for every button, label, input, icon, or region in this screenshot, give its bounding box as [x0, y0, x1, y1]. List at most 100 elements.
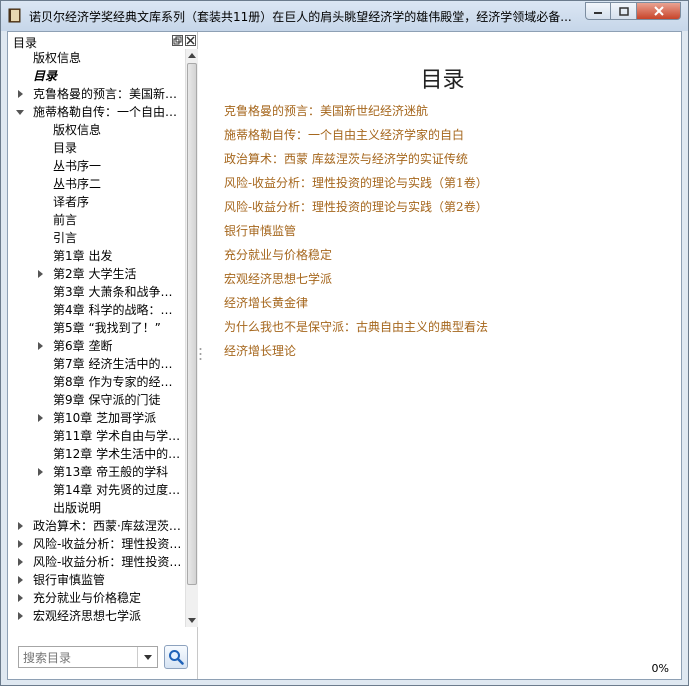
- toc-tree-item[interactable]: 第10章 芝加哥学派: [8, 409, 185, 427]
- toc-tree-item[interactable]: 译者序: [8, 193, 185, 211]
- maximize-icon: [618, 6, 629, 16]
- toc-tree-item[interactable]: 丛书序一: [8, 157, 185, 175]
- window-title: 诺贝尔经济学奖经典文库系列（套装共11册）在巨人的肩头眺望经济学的雄伟殿堂，经济…: [29, 10, 572, 24]
- toc-tree-item-label: 引言: [53, 231, 78, 245]
- toc-link[interactable]: 经济增长理论: [224, 342, 488, 366]
- toc-tree-item[interactable]: 宏观经济思想七学派: [8, 607, 185, 625]
- toc-tree-item-label: 银行审慎监管: [33, 573, 106, 587]
- toc-link[interactable]: 施蒂格勒自传：一个自由主义经济学家的自白: [224, 126, 488, 150]
- close-pane-button[interactable]: [185, 35, 196, 46]
- minimize-button[interactable]: [585, 2, 611, 20]
- collapsed-arrow-icon[interactable]: [18, 594, 23, 602]
- collapsed-arrow-icon[interactable]: [18, 558, 23, 566]
- collapsed-arrow-icon[interactable]: [18, 612, 23, 620]
- toc-tree-item-label: 版权信息: [53, 123, 102, 137]
- toc-link-list: 克鲁格曼的预言：美国新世纪经济迷航 施蒂格勒自传：一个自由主义经济学家的自白 政治算…: [224, 102, 488, 366]
- toc-tree-item[interactable]: 克鲁格曼的预言：美国新世纪经济迷航: [8, 85, 185, 103]
- close-icon: [653, 6, 664, 16]
- toc-tree-item[interactable]: 第6章 垄断: [8, 337, 185, 355]
- toc-tree-item-label: 第10章 芝加哥学派: [53, 411, 157, 425]
- scroll-up-icon[interactable]: [188, 53, 196, 58]
- toc-tree-item[interactable]: 风险-收益分析：理性投资的理论与实践（第2卷）: [8, 553, 185, 571]
- toc-link[interactable]: 政治算术：西蒙 库兹涅茨与经济学的实证传统: [224, 150, 488, 174]
- toc-tree-item[interactable]: 经济增长黄金律: [8, 625, 185, 627]
- collapsed-arrow-icon[interactable]: [38, 468, 43, 476]
- toc-tree-item-label: 目录: [53, 141, 78, 155]
- collapsed-arrow-icon[interactable]: [38, 414, 43, 422]
- sidebar-scrollbar[interactable]: [185, 49, 198, 627]
- collapsed-arrow-icon[interactable]: [18, 540, 23, 548]
- toc-tree-item-label: 风险-收益分析：理性投资的理论与实践（第2卷）: [33, 555, 183, 569]
- toc-tree-item-label: 第8章 作为专家的经济学家: [53, 375, 183, 389]
- toc-link[interactable]: 为什么我也不是保守派：古典自由主义的典型看法: [224, 318, 488, 342]
- toc-tree-item[interactable]: 出版说明: [8, 499, 185, 517]
- toc-tree-item-label: 第7章 经济生活中的管制: [53, 357, 183, 371]
- toc-tree-item[interactable]: 第14章 对先贤的过度崇拜: [8, 481, 185, 499]
- toc-tree-item[interactable]: 第9章 保守派的门徒: [8, 391, 185, 409]
- toc-tree-item-label: 第9章 保守派的门徒: [53, 393, 161, 407]
- toc-link[interactable]: 风险-收益分析：理性投资的理论与实践（第2卷）: [224, 198, 488, 222]
- toc-link[interactable]: 经济增长黄金律: [224, 294, 488, 318]
- scroll-down-icon[interactable]: [188, 618, 196, 623]
- maximize-button[interactable]: [611, 2, 637, 20]
- toc-tree-item[interactable]: 第12章 学术生活中的政治: [8, 445, 185, 463]
- toc-tree-item[interactable]: 第7章 经济生活中的管制: [8, 355, 185, 373]
- toc-tree-item[interactable]: 前言: [8, 211, 185, 229]
- toc-tree-item[interactable]: 丛书序二: [8, 175, 185, 193]
- toc-tree-item-label: 第11章 学术自由与学术生活: [53, 429, 183, 443]
- pane-splitter[interactable]: [199, 347, 202, 361]
- toc-link[interactable]: 充分就业与价格稳定: [224, 246, 488, 270]
- expanded-arrow-icon[interactable]: [16, 110, 24, 115]
- toc-tree-item[interactable]: 第2章 大学生活: [8, 265, 185, 283]
- toc-tree-item[interactable]: 版权信息: [8, 121, 185, 139]
- collapsed-arrow-icon[interactable]: [38, 270, 43, 278]
- toc-tree-item[interactable]: 第5章 “我找到了！”: [8, 319, 185, 337]
- client-area: 目录 版权信息目录克鲁格曼的预言：美国新世纪经济迷航施蒂格勒自传：一个自由主义经…: [7, 31, 682, 680]
- toc-tree-item[interactable]: 引言: [8, 229, 185, 247]
- collapsed-arrow-icon[interactable]: [18, 90, 23, 98]
- toc-tree-item[interactable]: 第4章 科学的战略：经济学: [8, 301, 185, 319]
- toc-tree-item[interactable]: 版权信息: [8, 49, 185, 67]
- toc-sidebar: 目录 版权信息目录克鲁格曼的预言：美国新世纪经济迷航施蒂格勒自传：一个自由主义经…: [8, 32, 198, 679]
- toc-tree-item[interactable]: 第3章 大萧条和战争年代: [8, 283, 185, 301]
- toc-link[interactable]: 克鲁格曼的预言：美国新世纪经济迷航: [224, 102, 488, 126]
- search-button[interactable]: [164, 645, 188, 669]
- toc-tree-item[interactable]: 第11章 学术自由与学术生活: [8, 427, 185, 445]
- toc-tree: 版权信息目录克鲁格曼的预言：美国新世纪经济迷航施蒂格勒自传：一个自由主义经济学家…: [8, 49, 185, 627]
- toc-tree-item[interactable]: 第1章 出发: [8, 247, 185, 265]
- toc-tree-item[interactable]: 充分就业与价格稳定: [8, 589, 185, 607]
- scrollbar-thumb[interactable]: [187, 63, 197, 585]
- toc-tree-item-label: 第13章 帝王般的学科: [53, 465, 169, 479]
- content-pane: 目录 克鲁格曼的预言：美国新世纪经济迷航 施蒂格勒自传：一个自由主义经济学家的自白…: [204, 32, 681, 679]
- toc-tree-item[interactable]: 目录: [8, 67, 185, 85]
- collapsed-arrow-icon[interactable]: [18, 522, 23, 530]
- toc-tree-item[interactable]: 目录: [8, 139, 185, 157]
- search-dropdown-button[interactable]: [137, 647, 157, 667]
- close-button[interactable]: [637, 2, 681, 20]
- toc-tree-item[interactable]: 第8章 作为专家的经济学家: [8, 373, 185, 391]
- toc-link[interactable]: 风险-收益分析：理性投资的理论与实践（第1卷）: [224, 174, 488, 198]
- toc-tree-item-label: 第12章 学术生活中的政治: [53, 447, 183, 461]
- book-app-icon: [8, 8, 21, 23]
- toc-tree-item-label: 丛书序一: [53, 159, 102, 173]
- collapsed-arrow-icon[interactable]: [38, 342, 43, 350]
- toc-tree-item-label: 政治算术：西蒙·库兹涅茨与经济学的实证传统: [33, 519, 183, 533]
- toc-link[interactable]: 宏观经济思想七学派: [224, 270, 488, 294]
- toc-tree-item[interactable]: 第13章 帝王般的学科: [8, 463, 185, 481]
- toc-tree-item-label: 丛书序二: [53, 177, 102, 191]
- minimize-icon: [594, 12, 602, 14]
- collapsed-arrow-icon[interactable]: [18, 576, 23, 584]
- window-controls: [585, 2, 681, 20]
- restore-pane-button[interactable]: [172, 35, 183, 46]
- toc-link[interactable]: 银行审慎监管: [224, 222, 488, 246]
- toc-tree-item[interactable]: 政治算术：西蒙·库兹涅茨与经济学的实证传统: [8, 517, 185, 535]
- title-bar: 诺贝尔经济学奖经典文库系列（套装共11册）在巨人的肩头眺望经济学的雄伟殿堂，经济…: [1, 1, 688, 31]
- toc-search-bar: [8, 642, 198, 672]
- toc-tree-item[interactable]: 风险-收益分析：理性投资的理论与实践（第1卷）: [8, 535, 185, 553]
- toc-tree-item-label: 第6章 垄断: [53, 339, 113, 353]
- restore-pane-icon: [173, 36, 182, 45]
- toc-tree-item[interactable]: 施蒂格勒自传：一个自由主义经济学家的自白: [8, 103, 185, 121]
- toc-tree-item-label: 经济增长黄金律: [33, 625, 183, 627]
- toc-tree-item-label: 第4章 科学的战略：经济学: [53, 303, 183, 317]
- toc-tree-item[interactable]: 银行审慎监管: [8, 571, 185, 589]
